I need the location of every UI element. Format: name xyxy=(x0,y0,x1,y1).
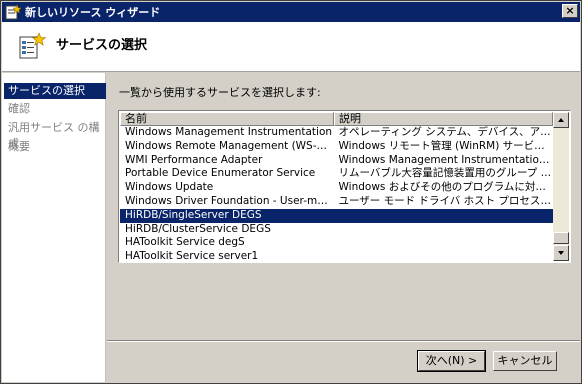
table-row[interactable]: Portable Device Enumerator Service リムーバブル… xyxy=(120,167,553,181)
service-description-cell xyxy=(334,209,554,223)
wizard-document-star-icon xyxy=(19,32,46,59)
service-name-cell: Portable Device Enumerator Service xyxy=(125,167,316,180)
window-title: 新しいリソース ウィザード xyxy=(25,6,161,19)
service-description-cell xyxy=(334,250,554,261)
cancel-button[interactable]: キャンセル xyxy=(493,351,557,371)
page-title: サービスの選択 xyxy=(56,38,148,53)
service-description-cell: リムーバブル大容量記憶装置用のグループ ポリシ… xyxy=(338,167,554,180)
wizard-header: サービスの選択 xyxy=(2,22,580,72)
column-header-description[interactable]: 説明 xyxy=(334,112,553,126)
sidebar-item-confirm[interactable]: 確認 xyxy=(4,101,106,117)
table-row[interactable]: WMI Performance Adapter Windows Managemen… xyxy=(120,154,553,168)
service-name-cell: Windows Remote Management (WS-Managem… xyxy=(125,139,334,152)
instruction-text: 一覧から使用するサービスを選択します: xyxy=(119,86,321,99)
column-header-name[interactable]: 名前 xyxy=(120,112,334,126)
service-name-cell: Windows Management Instrumentation xyxy=(125,126,333,138)
wizard-step-sidebar: サービスの選択 確認 汎用サービス の構成 概要 xyxy=(2,73,106,382)
wizard-content: 一覧から使用するサービスを選択します: 名前 説明 Windows Manage… xyxy=(107,73,580,382)
table-row[interactable]: Windows Driver Foundation - User-mode Dr… xyxy=(120,195,553,209)
title-bar[interactable]: 新しいリソース ウィザード × xyxy=(2,2,580,22)
table-row[interactable]: HiRDB/SingleServer DEGS xyxy=(120,208,554,223)
sidebar-item-summary[interactable]: 概要 xyxy=(4,139,106,155)
next-button[interactable]: 次へ(N) > xyxy=(417,350,486,372)
service-name-cell: HiRDB/SingleServer DEGS xyxy=(125,208,262,221)
service-name-cell: Windows Driver Foundation - User-mode Dr… xyxy=(125,194,334,207)
service-description-cell: Windows リモート管理 (WinRM) サービスは、リモ… xyxy=(338,139,554,152)
service-description-cell xyxy=(334,223,554,237)
wizard-window: 新しいリソース ウィザード × サービスの選択 サービスの選択 確認 汎用サービ… xyxy=(0,0,582,384)
service-name-cell: HAToolkit Service server1 xyxy=(125,250,259,261)
service-list[interactable]: 名前 説明 Windows Management Instrumentation… xyxy=(118,110,571,263)
table-row[interactable]: HAToolkit Service degS xyxy=(120,236,553,250)
service-description-cell xyxy=(334,236,554,250)
arrow-down-icon xyxy=(558,251,564,255)
table-row[interactable]: Windows Remote Management (WS-Managem… Wi… xyxy=(120,140,553,154)
close-button[interactable]: × xyxy=(562,4,578,18)
service-name-cell: HiRDB/ClusterService DEGS xyxy=(125,222,271,235)
service-description-cell: ユーザー モード ドライバ ホスト プロセスを管理し… xyxy=(338,194,554,207)
app-icon xyxy=(5,4,21,20)
sidebar-item-service-select[interactable]: サービスの選択 xyxy=(4,83,106,99)
button-separator xyxy=(107,340,580,342)
sidebar-item-generic-service-config[interactable]: 汎用サービス の構成 xyxy=(4,120,106,150)
scrollbar-thumb[interactable] xyxy=(553,232,569,244)
service-name-cell: WMI Performance Adapter xyxy=(125,153,263,166)
list-scrollbar[interactable] xyxy=(553,112,569,261)
service-name-cell: Windows Update xyxy=(125,181,214,194)
scroll-down-button[interactable] xyxy=(553,245,569,261)
service-description-cell: Windows およびその他のプログラムに対する更新… xyxy=(338,181,554,194)
scroll-up-button[interactable] xyxy=(553,112,569,128)
table-row[interactable]: HiRDB/ClusterService DEGS xyxy=(120,223,553,237)
service-description-cell: Windows Management Instrumentation (WMI)… xyxy=(338,153,554,166)
table-row[interactable]: Windows Management Instrumentation オペレーティ… xyxy=(120,126,553,140)
arrow-up-icon xyxy=(558,118,564,122)
table-row[interactable]: HAToolkit Service server1 xyxy=(120,250,553,261)
service-name-cell: HAToolkit Service degS xyxy=(125,236,245,249)
list-header: 名前 説明 xyxy=(120,112,553,126)
table-row[interactable]: Windows Update Windows およびその他のプログラムに対する更新… xyxy=(120,181,553,195)
service-description-cell: オペレーティング システム、デバイス、アプリケーショ… xyxy=(338,126,554,138)
